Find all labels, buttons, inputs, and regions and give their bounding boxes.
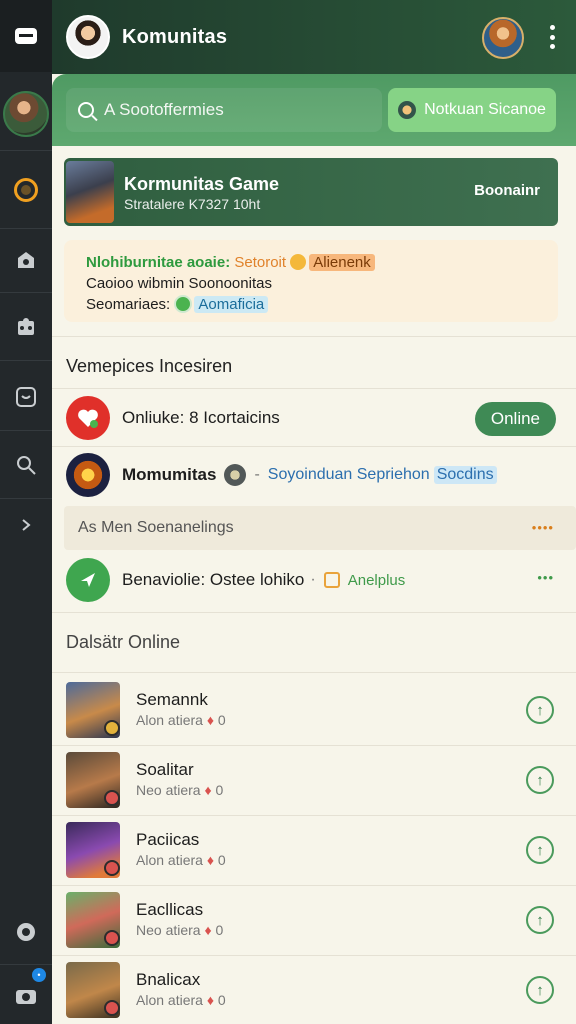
friend-name: Soalitar: [136, 760, 194, 779]
game-card-title: Kormunitas Game: [124, 174, 280, 194]
status-badge: [104, 1000, 120, 1016]
status-badge: [104, 720, 120, 736]
more-menu-icon[interactable]: [550, 25, 556, 49]
friend-action-button[interactable]: ↑: [526, 696, 554, 724]
game-card-action[interactable]: Boonainr: [474, 182, 540, 199]
friend-action-button[interactable]: ↑: [526, 836, 554, 864]
friend-name: Eacllicas: [136, 900, 204, 919]
banner-label: As Men Soenanelings: [78, 519, 234, 536]
announcement-highlight: Setoroit: [234, 254, 287, 271]
left-rail: •: [0, 0, 52, 1024]
profile-avatar[interactable]: [0, 84, 52, 144]
camera-badge: •: [32, 968, 46, 982]
arrow-icon: [66, 558, 110, 602]
announcement-title: Nlohiburnitae aoaie:: [86, 254, 231, 271]
burst-icon: [66, 453, 110, 497]
friend-action-button[interactable]: ↑: [526, 906, 554, 934]
game-thumbnail: [66, 161, 114, 223]
search-icon: [78, 102, 94, 118]
friend-avatar[interactable]: [482, 17, 524, 59]
friend-status: Alon atiera ♦ 0: [136, 992, 226, 1008]
announcement-body: Caoioo wibmin Soonoonitas: [86, 275, 272, 292]
user-avatar[interactable]: [66, 15, 110, 59]
list-item-komunitas[interactable]: Momumitas - Soyoinduan Sepriehon Socdins: [52, 447, 576, 503]
list-item-tag[interactable]: Socdins: [433, 466, 497, 484]
search-bar-area: Notkuan Sicanoe: [52, 74, 576, 146]
info-banner[interactable]: As Men Soenanelings ••••: [64, 506, 576, 550]
online-button[interactable]: Online: [474, 402, 556, 436]
list-item-benaviolie[interactable]: Benaviolie: Ostee lohiko · Anelplus •••: [52, 552, 576, 608]
list-item-label: Onliuke: 8 Icortaicins: [122, 408, 280, 427]
list-item-label: Benaviolie: Ostee lohiko: [122, 570, 305, 589]
chat-icon[interactable]: [0, 372, 52, 422]
heart-icon: [66, 396, 110, 440]
search-input[interactable]: [104, 100, 364, 120]
notification-button[interactable]: Notkuan Sicanoe: [388, 88, 556, 132]
game-card-subtitle: Stratalere K7327 10ht: [124, 196, 261, 212]
member-avatar: [224, 464, 247, 486]
friend-row[interactable]: Soalitar Neo atiera ♦ 0 ↑: [52, 746, 576, 816]
page-title: Komunitas: [122, 25, 228, 48]
status-badge: [104, 790, 120, 806]
friend-status: Neo atiera ♦ 0: [136, 782, 224, 798]
list-item-label: Momumitas: [122, 465, 217, 484]
cards-icon[interactable]: [0, 0, 52, 72]
announcement-prefix: Seomariaes:: [86, 296, 171, 313]
list-item-online[interactable]: Onliuke: 8 Icortaicins Online: [52, 390, 576, 446]
ring-icon[interactable]: [0, 160, 52, 220]
top-header: Komunitas: [52, 0, 576, 74]
friend-action-button[interactable]: ↑: [526, 766, 554, 794]
camera-icon[interactable]: •: [0, 968, 52, 1020]
friend-row[interactable]: Paciicas Alon atiera ♦ 0 ↑: [52, 816, 576, 886]
more-dots[interactable]: •••: [537, 570, 554, 585]
friend-status: Alon atiera ♦ 0: [136, 712, 226, 728]
friend-name: Semannk: [136, 690, 208, 709]
friend-row[interactable]: Semannk Alon atiera ♦ 0 ↑: [52, 676, 576, 746]
announcement-tag[interactable]: Alienenk: [309, 254, 375, 271]
section-title-friends-online: Dalsätr Online: [66, 632, 181, 652]
friend-status: Alon atiera ♦ 0: [136, 852, 226, 868]
list-item-meta: Soyoinduan Sepriehon: [267, 466, 430, 483]
friend-name: Bnalicax: [136, 970, 201, 989]
status-badge: [104, 860, 120, 876]
status-icon: [174, 295, 193, 313]
notification-button-label: Notkuan Sicanoe: [424, 101, 546, 118]
friend-name: Paciicas: [136, 830, 200, 849]
search-icon[interactable]: [0, 440, 52, 490]
search-box[interactable]: [66, 88, 382, 132]
puzzle-icon[interactable]: [0, 302, 52, 352]
bell-icon[interactable]: [0, 236, 52, 286]
friend-action-button[interactable]: ↑: [526, 976, 554, 1004]
status-badge: [104, 930, 120, 946]
chevron-right-icon[interactable]: [0, 505, 52, 545]
section-title-recent: Vemepices Incesiren: [66, 356, 233, 376]
announcement-card: Nlohiburnitae aoaie: Setoroit Alienenk C…: [64, 240, 558, 322]
notification-avatar-icon: [398, 101, 417, 119]
announcement-link[interactable]: Aomaficia: [194, 296, 269, 313]
friend-row[interactable]: Bnalicax Alon atiera ♦ 0 ↑: [52, 956, 576, 1024]
banner-dots: ••••: [531, 520, 554, 535]
friend-row[interactable]: Eacllicas Neo atiera ♦ 0 ↑: [52, 886, 576, 956]
smile-icon[interactable]: [0, 910, 52, 954]
game-card[interactable]: Kormunitas Game Stratalere K7327 10ht Bo…: [64, 158, 558, 226]
box-icon: [323, 572, 340, 588]
list-item-meta: Anelplus: [347, 571, 406, 589]
emoji-icon: [290, 254, 307, 270]
friend-status: Neo atiera ♦ 0: [136, 922, 224, 938]
